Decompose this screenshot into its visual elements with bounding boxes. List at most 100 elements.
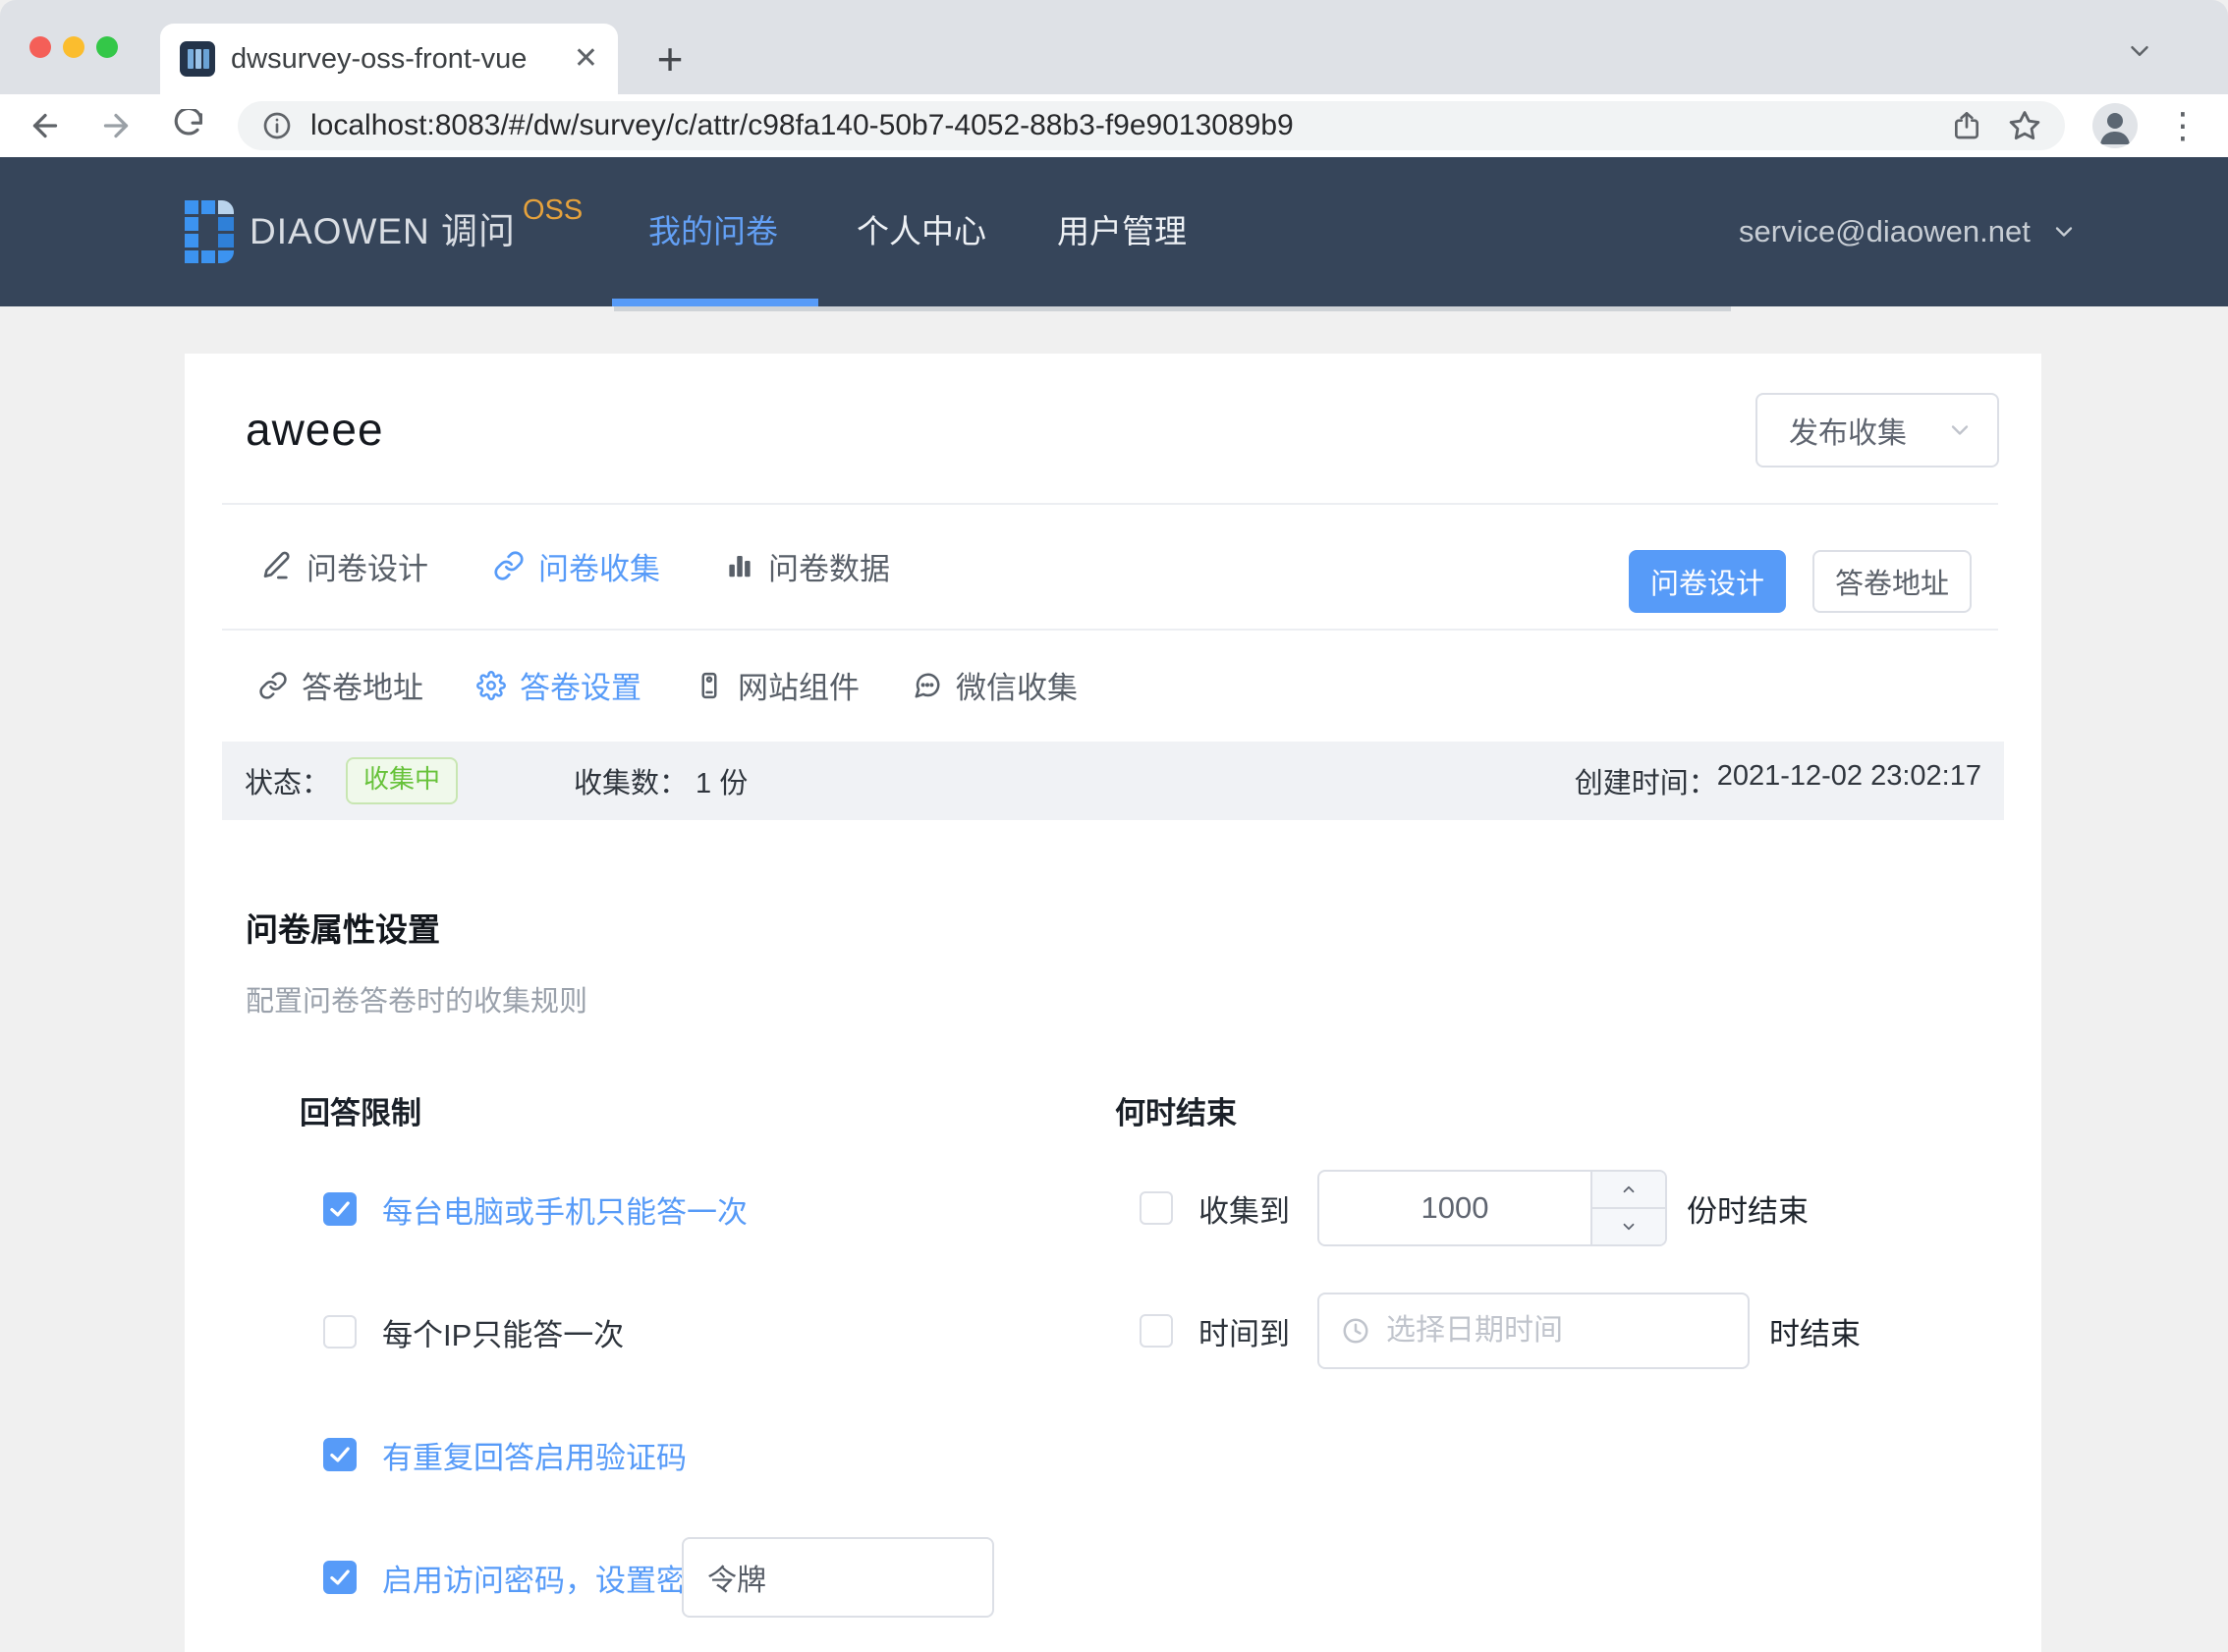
secondary-tab-row: 答卷地址 答卷设置 网站组件 微信收集 [258,629,1078,742]
navbar-shadow [614,306,1731,311]
share-icon[interactable] [1951,110,1982,141]
spinner-up-icon[interactable] [1592,1172,1665,1209]
created-time-value: 2021-12-02 23:02:17 [1717,760,1981,801]
user-email: service@diaowen.net [1739,214,2031,249]
user-menu[interactable]: service@diaowen.net [1739,157,2078,306]
browser-menu-icon[interactable]: ⋮ [2165,108,2200,143]
collect-count-label: 收集数： [574,760,688,801]
checkbox-label[interactable]: 有重复回答启用验证码 [382,1433,687,1477]
browser-tab-strip: dwsurvey-oss-front-vue ✕ + [0,0,2228,94]
primary-tab-row: 问卷设计 问卷收集 问卷数据 [261,503,890,629]
publish-select-value: 发布收集 [1789,409,1946,452]
tab-survey-collect[interactable]: 问卷收集 [493,544,660,588]
nav-item-user-management[interactable]: 用户管理 [1057,157,1187,306]
access-password-input[interactable] [682,1537,994,1618]
site-info-icon[interactable] [261,110,293,141]
when-to-end-group-title: 何时结束 [1115,1088,1237,1132]
tab-survey-design[interactable]: 问卷设计 [261,544,428,588]
status-label: 状态： [245,760,330,801]
window-zoom-button[interactable] [96,36,118,58]
back-icon[interactable] [28,108,63,143]
active-nav-underline [612,299,818,306]
datetime-input[interactable] [1386,1314,1726,1348]
tab-label: 问卷收集 [538,544,660,588]
tab-answer-address[interactable]: 答卷地址 [258,663,423,707]
collect-count-value: 1 份 [696,760,748,801]
checkbox-deadline[interactable] [1140,1314,1173,1348]
publish-collect-select[interactable]: 发布收集 [1755,393,1999,468]
gear-icon [476,671,506,700]
section-subtitle: 配置问卷答卷时的收集规则 [246,978,587,1019]
checkbox-label[interactable]: 每台电脑或手机只能答一次 [382,1187,748,1232]
checkbox-one-per-device[interactable] [323,1192,357,1226]
diaowen-logo [185,200,234,263]
checkbox-captcha[interactable] [323,1438,357,1471]
brand-name: DIAOWEN 调问 [250,157,516,306]
status-badge: 收集中 [346,757,458,803]
tab-survey-data[interactable]: 问卷数据 [725,544,890,588]
survey-title: aweee [246,403,384,456]
pencil-icon [261,550,293,581]
deadline-suffix: 时结束 [1769,1309,1861,1353]
window-minimize-button[interactable] [63,36,84,58]
tab-answer-settings[interactable]: 答卷设置 [476,663,641,707]
checkbox-collect-quota[interactable] [1140,1191,1173,1225]
user-chevron-down-icon [2050,218,2078,246]
new-tab-button[interactable]: + [639,28,701,90]
answer-limits-group-title: 回答限制 [300,1088,421,1132]
tab-close-icon[interactable]: ✕ [574,44,598,74]
tab-label: 网站组件 [738,663,860,707]
browser-tab[interactable]: dwsurvey-oss-front-vue ✕ [160,24,618,94]
browser-url-bar: localhost:8083/#/dw/survey/c/attr/c98fa1… [0,94,2228,157]
favicon [180,41,215,77]
clock-icon [1341,1316,1370,1346]
forward-icon[interactable] [98,108,134,143]
profile-avatar[interactable] [2092,103,2138,148]
link-icon [258,671,288,700]
limit-row-one-per-device: 每台电脑或手机只能答一次 [323,1191,748,1227]
tab-label: 答卷地址 [302,663,423,707]
end-row-deadline: 时间到 时结束 [1140,1293,1861,1369]
window-close-button[interactable] [29,36,51,58]
tab-search-chevron-icon[interactable] [2112,31,2167,71]
checkbox-label[interactable]: 时间到 [1198,1309,1290,1353]
number-spinner [1590,1172,1665,1244]
bar-chart-icon [725,551,754,580]
address-bar[interactable]: localhost:8083/#/dw/survey/c/attr/c98fa1… [238,101,2065,150]
tab-label: 答卷设置 [520,663,641,707]
link-icon [493,550,525,581]
bookmark-star-icon[interactable] [2008,109,2041,142]
spinner-down-icon[interactable] [1592,1209,1665,1244]
survey-card: aweee 发布收集 问卷设计 问卷收集 问卷数据 问卷设计 答卷地址 [185,354,2041,1652]
survey-design-button[interactable]: 问卷设计 [1629,550,1786,613]
select-chevron-down-icon [1946,416,1974,444]
url-text[interactable]: localhost:8083/#/dw/survey/c/attr/c98fa1… [310,109,1925,142]
created-time-label: 创建时间： [1575,760,1717,801]
checkbox-label[interactable]: 每个IP只能答一次 [382,1310,624,1354]
section-title: 问卷属性设置 [246,904,440,951]
answer-address-button[interactable]: 答卷地址 [1812,550,1972,613]
chat-bubble-icon [913,671,942,700]
reload-icon[interactable] [169,109,202,142]
quota-number-input[interactable] [1319,1172,1590,1244]
tab-wechat-collect[interactable]: 微信收集 [913,663,1078,707]
nav-item-my-surveys[interactable]: 我的问卷 [648,157,778,306]
checkbox-label[interactable]: 收集到 [1198,1186,1290,1231]
datetime-picker[interactable] [1317,1293,1750,1369]
limit-row-one-per-ip: 每个IP只能答一次 [323,1314,624,1349]
checkbox-one-per-ip[interactable] [323,1315,357,1349]
tab-site-widget[interactable]: 网站组件 [695,663,860,707]
nav-item-personal-center[interactable]: 个人中心 [857,157,986,306]
limit-row-password: 启用访问密码，设置密码 [323,1560,717,1595]
app-navbar: DIAOWEN 调问 OSS 我的问卷 个人中心 用户管理 service@di… [0,157,2228,306]
tab-title: dwsurvey-oss-front-vue [231,43,564,76]
tab-label: 微信收集 [956,663,1078,707]
tab-label: 问卷设计 [306,544,428,588]
quota-suffix: 份时结束 [1687,1186,1809,1231]
widget-tag-icon [695,671,724,700]
quota-number-input-box [1317,1170,1667,1246]
tab-label: 问卷数据 [768,544,890,588]
status-bar: 状态： 收集中 收集数： 1 份 创建时间： 2021-12-02 23:02:… [222,742,2004,820]
checkbox-label[interactable]: 启用访问密码，设置密码 [382,1556,717,1600]
checkbox-access-password[interactable] [323,1561,357,1594]
